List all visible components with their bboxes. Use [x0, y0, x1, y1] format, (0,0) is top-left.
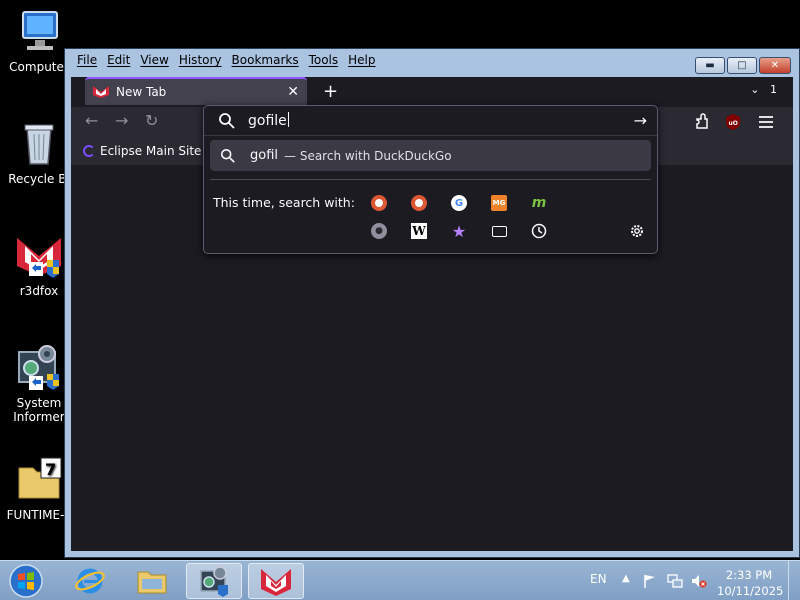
minimize-button[interactable]: ▬: [695, 57, 725, 74]
window-controls: ▬ □ ✕: [695, 57, 791, 74]
menu-bookmarks[interactable]: Bookmarks: [232, 53, 299, 67]
r3dfox-icon: [15, 232, 63, 280]
windows-start-icon: [9, 564, 43, 598]
menu-history[interactable]: History: [179, 53, 222, 67]
system-informer-icon: [200, 566, 228, 597]
tab-new-tab[interactable]: New Tab ✕: [85, 77, 307, 105]
clock[interactable]: 2:33 PM 10/11/2025: [717, 567, 784, 599]
suggestion-description: — Search with DuckDuckGo: [284, 148, 452, 163]
search-suggestion[interactable]: gofil — Search with DuckDuckGo: [210, 140, 651, 171]
r3dfox-favicon-icon: [93, 86, 109, 98]
close-tab-icon[interactable]: ✕: [287, 84, 299, 100]
tabs-icon[interactable]: [491, 223, 507, 239]
one-off-search-label: This time, search with:: [213, 195, 355, 210]
maximize-icon: □: [737, 60, 747, 71]
computer-icon: [15, 8, 63, 56]
system-informer-icon: [15, 344, 63, 392]
menu-edit[interactable]: Edit: [107, 53, 130, 67]
language-indicator[interactable]: EN: [590, 572, 607, 586]
start-button[interactable]: [6, 563, 46, 599]
google-icon[interactable]: G: [451, 195, 467, 211]
marginalia-icon[interactable]: m: [531, 195, 547, 211]
new-tab-button[interactable]: +: [323, 81, 338, 102]
urlbar-popup: gofile → gofil — Search with DuckDuckGo …: [203, 105, 658, 254]
folder-icon: [137, 571, 167, 594]
tab-strip: New Tab ✕ + ⌄ 1: [71, 77, 793, 107]
menu-view[interactable]: View: [140, 53, 168, 67]
suggestion-query: gofil: [250, 148, 279, 163]
duckduckgo-lite-icon[interactable]: [411, 195, 427, 211]
archive-folder-icon: 7: [15, 456, 63, 504]
divider: [210, 179, 651, 180]
desktop: Computer Recycle Bi r3dfox System Inform…: [0, 0, 800, 600]
tab-count: 1: [770, 83, 777, 96]
taskbar: EN ▲ 2:33 PM 10/11/2025: [0, 560, 800, 600]
svg-text:uO: uO: [729, 120, 738, 127]
tab-title: New Tab: [116, 85, 167, 99]
menu-tools[interactable]: Tools: [309, 53, 339, 67]
go-arrow-icon[interactable]: →: [634, 111, 647, 130]
eclipse-icon: [83, 145, 95, 157]
maximize-button[interactable]: □: [727, 57, 757, 74]
r3dfox-icon: [261, 569, 291, 596]
volume-muted-icon[interactable]: [690, 573, 708, 589]
menu-bar: File Edit View History Bookmarks Tools H…: [71, 49, 376, 71]
reload-icon: ↻: [145, 111, 159, 130]
bookmark-eclipse[interactable]: Eclipse Main Site: [83, 144, 201, 158]
bookmarks-star-icon[interactable]: ★: [451, 222, 467, 241]
action-center-flag-icon[interactable]: [642, 573, 658, 589]
search-icon: [219, 113, 235, 129]
taskbar-explorer[interactable]: [124, 563, 180, 599]
tab-list-button[interactable]: ⌄ 1: [750, 83, 777, 96]
arrow-left-icon: ←: [85, 111, 99, 130]
arrow-right-icon: →: [115, 111, 129, 130]
clock-time: 2:33 PM: [725, 568, 773, 582]
clock-date: 10/11/2025: [717, 584, 784, 598]
duckduckgo-icon[interactable]: [371, 195, 387, 211]
search-settings-gear-icon[interactable]: [629, 223, 645, 239]
taskbar-r3dfox[interactable]: [248, 563, 304, 599]
taskbar-internet-explorer[interactable]: [62, 563, 118, 599]
internet-explorer-icon: [75, 568, 105, 594]
mojeek-icon[interactable]: MG: [491, 195, 507, 211]
search-icon: [220, 148, 235, 163]
show-hidden-icons-chevron-icon[interactable]: ▲: [622, 573, 630, 584]
reload-button[interactable]: ↻: [145, 111, 158, 130]
wikipedia-icon[interactable]: W: [411, 223, 427, 239]
show-desktop-button[interactable]: [788, 561, 800, 600]
close-window-button[interactable]: ✕: [759, 57, 791, 74]
menu-file[interactable]: File: [77, 53, 97, 67]
menu-help[interactable]: Help: [348, 53, 375, 67]
urlbar-input[interactable]: gofile: [248, 112, 289, 129]
network-icon[interactable]: [666, 573, 684, 589]
taskbar-system-informer[interactable]: [186, 563, 242, 599]
hamburger-menu-icon[interactable]: [757, 113, 775, 131]
bookmark-label: Eclipse Main Site: [100, 144, 202, 158]
urlbar: gofile →: [204, 106, 657, 136]
searx-icon[interactable]: ●: [371, 223, 387, 239]
extensions-icon[interactable]: [693, 113, 711, 131]
back-button[interactable]: ←: [85, 111, 98, 130]
close-icon: ✕: [770, 60, 780, 71]
history-clock-icon[interactable]: [531, 223, 547, 239]
ublock-origin-icon[interactable]: uO: [724, 113, 742, 131]
recycle-bin-icon: [15, 120, 63, 168]
forward-button[interactable]: →: [115, 111, 128, 130]
svg-text:7: 7: [45, 460, 56, 479]
chevron-down-icon: ⌄: [750, 83, 760, 96]
minimize-icon: ▬: [705, 60, 715, 71]
